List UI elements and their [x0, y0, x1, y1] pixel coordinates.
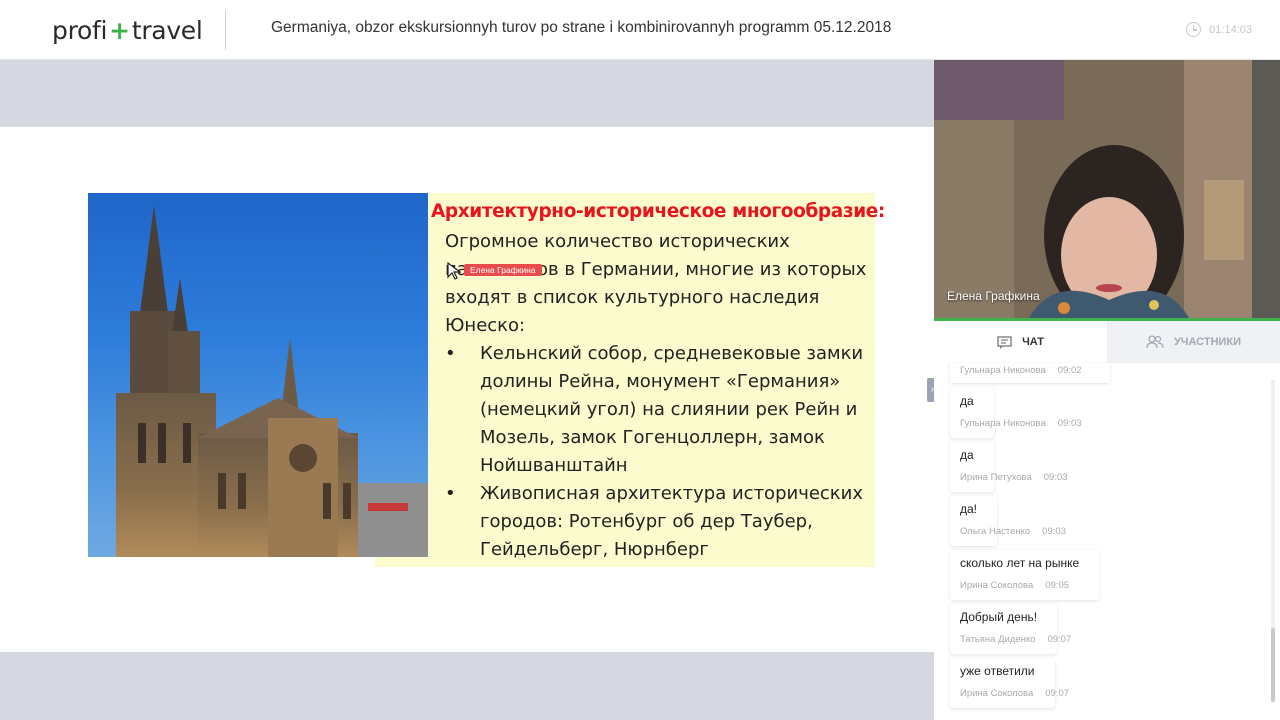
chat-icon: [997, 335, 1012, 349]
chat-scrollbar-thumb[interactable]: [1271, 628, 1275, 702]
tab-participants[interactable]: УЧАСТНИКИ: [1107, 321, 1280, 363]
message-text: да: [960, 448, 974, 462]
message-meta: Гульнара Никонова 09:03: [960, 418, 1082, 429]
message-meta: Ирина Петухова 09:03: [960, 472, 1068, 483]
slide-bullet-list: Кельнский собор, средневековые замки дол…: [445, 340, 875, 564]
tab-chat-label: ЧАТ: [1022, 336, 1044, 348]
cathedral-photo: [88, 193, 428, 557]
pointer-cursor-icon: [447, 262, 461, 280]
slide: Архитектурно-историческое многообразие: …: [0, 127, 934, 652]
message-text: Добрый день!: [960, 610, 1038, 624]
message-meta: Ирина Соколова 09:05: [960, 580, 1070, 591]
profi-travel-logo[interactable]: profi+travel: [52, 10, 226, 50]
chat-message: да Ирина Петухова 09:03: [950, 442, 1280, 496]
presenter-name: Елена Графкина: [947, 289, 1040, 303]
presentation-stage: Архитектурно-историческое многообразие: …: [0, 60, 934, 720]
slide-heading: Архитектурно-историческое многообразие:: [431, 201, 885, 222]
session-timer: 01:14:03: [1186, 22, 1252, 37]
top-header: profi+travel Germaniya, obzor ekskursion…: [0, 0, 1280, 60]
message-meta: Ольга Настенко 09:03: [960, 526, 1066, 537]
message-meta: Ирина Соколова 09:07: [960, 688, 1070, 699]
message-text: да: [960, 394, 974, 408]
timer-value: 01:14:03: [1209, 23, 1252, 36]
tab-participants-label: УЧАСТНИКИ: [1173, 336, 1242, 348]
presenter-video[interactable]: Елена Графкина: [934, 60, 1280, 318]
slide-bullet: Живописная архитектура исторических горо…: [445, 480, 875, 564]
message-meta: Татьяна Диденко 09:07: [960, 634, 1072, 645]
webinar-app: profi+travel Germaniya, obzor ekskursion…: [0, 0, 1280, 720]
chat-message: Добрый день! Татьяна Диденко 09:07: [950, 604, 1280, 658]
webinar-title: Germaniya, obzor ekskursionnyh turov po …: [271, 19, 892, 36]
chat-message: да! Ольга Настенко 09:03: [950, 496, 1280, 550]
chat-message: сколько лет на рынке Ирина Соколова 09:05: [950, 550, 1280, 604]
chat-message-list[interactable]: Гульнара Никонова 09:02 да Гульнара Никон…: [950, 363, 1280, 712]
video-frame: [934, 60, 1280, 318]
tab-chat[interactable]: ЧАТ: [934, 321, 1107, 363]
cathedral-illustration: [116, 205, 428, 557]
message-meta: Гульнара Никонова 09:02: [960, 365, 1082, 376]
message-text: уже ответили: [960, 664, 1035, 678]
chat-panel: Гульнара Никонова 09:02 да Гульнара Никон…: [934, 363, 1280, 720]
participants-icon: [1146, 335, 1164, 349]
message-text: сколько лет на рынке: [960, 556, 1080, 570]
slide-paragraph: Огромное количество исторических памятни…: [445, 231, 867, 336]
chat-message-partial: Гульнара Никонова 09:02: [950, 363, 1110, 383]
slide-bullet: Кельнский собор, средневековые замки дол…: [445, 340, 875, 480]
chat-message: да Гульнара Никонова 09:03: [950, 388, 1280, 442]
sidebar-tabs: ЧАТ УЧАСТНИКИ: [934, 321, 1280, 363]
presenter-cursor-label: Елена Графкина: [464, 264, 542, 276]
logo-text: profi+travel: [52, 15, 203, 45]
chat-message: уже ответили Ирина Соколова 09:07: [950, 658, 1280, 712]
clock-icon: [1186, 22, 1202, 37]
message-text: да!: [960, 502, 978, 516]
